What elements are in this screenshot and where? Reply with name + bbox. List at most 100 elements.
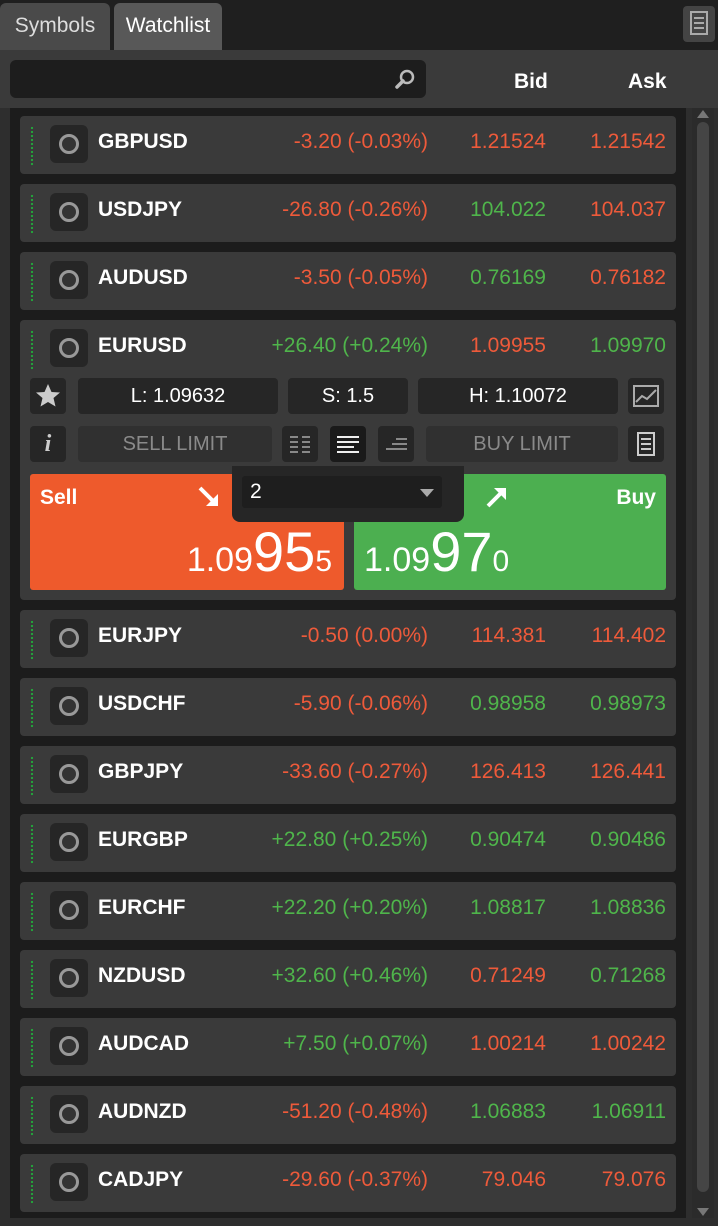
status-ring-icon[interactable] — [50, 1095, 88, 1133]
sell-arrow-icon — [196, 484, 222, 515]
ticket-icon[interactable] — [628, 426, 664, 462]
watchlist-row-gbpusd[interactable]: GBPUSD -3.20 (-0.03%) 1.21524 1.21542 — [20, 116, 676, 174]
watchlist-row-eurusd[interactable]: EURUSD +26.40 (+0.24%) 1.09955 1.09970 — [20, 320, 676, 378]
watchlist: GBPUSD -3.20 (-0.03%) 1.21524 1.21542 USDJPY… — [10, 108, 686, 1218]
watchlist-row-audusd[interactable]: AUDUSD -3.50 (-0.05%) 0.76169 0.76182 — [20, 252, 676, 310]
star-icon[interactable] — [30, 378, 66, 414]
quantity-dropdown[interactable]: 2 — [232, 466, 464, 522]
drag-handle-icon[interactable] — [30, 620, 34, 660]
status-ring-icon[interactable] — [50, 1027, 88, 1065]
drag-handle-icon[interactable] — [30, 262, 34, 302]
status-ring-icon[interactable] — [50, 1163, 88, 1201]
sell-limit-button[interactable]: SELL LIMIT — [78, 426, 272, 462]
search-icon[interactable] — [394, 68, 416, 95]
drag-handle-icon[interactable] — [30, 194, 34, 234]
price-change: -33.60 (-0.27%) — [282, 760, 428, 783]
bid-price[interactable]: 0.90474 — [470, 828, 546, 852]
ask-price[interactable]: 126.441 — [590, 760, 666, 784]
status-ring-icon[interactable] — [50, 193, 88, 231]
status-ring-icon[interactable] — [50, 823, 88, 861]
scroll-up-icon[interactable] — [697, 110, 709, 118]
search-input[interactable] — [10, 60, 426, 98]
ask-price[interactable]: 1.21542 — [590, 130, 666, 154]
symbol-name: AUDNZD — [98, 1100, 187, 1123]
symbol-name: NZDUSD — [98, 964, 186, 987]
bid-price[interactable]: 0.71249 — [470, 964, 546, 988]
ask-price[interactable]: 0.90486 — [590, 828, 666, 852]
ask-price[interactable]: 1.00242 — [590, 1032, 666, 1056]
watchlist-row-eurjpy[interactable]: EURJPY -0.50 (0.00%) 114.381 114.402 — [20, 610, 676, 668]
bid-price[interactable]: 79.046 — [482, 1168, 546, 1192]
bid-price[interactable]: 104.022 — [470, 198, 546, 222]
chart-icon[interactable] — [628, 378, 664, 414]
ask-price[interactable]: 0.98973 — [590, 692, 666, 716]
ask-price[interactable]: 1.08836 — [590, 896, 666, 920]
tab-menu-icon[interactable] — [683, 6, 715, 42]
watchlist-row-gbpjpy[interactable]: GBPJPY -33.60 (-0.27%) 126.413 126.441 — [20, 746, 676, 804]
high-price: H: 1.10072 — [418, 378, 618, 414]
watchlist-row-eurgbp[interactable]: EURGBP +22.80 (+0.25%) 0.90474 0.90486 — [20, 814, 676, 872]
scrollbar[interactable] — [692, 108, 714, 1218]
scrollbar-thumb[interactable] — [697, 122, 709, 1192]
tab-watchlist[interactable]: Watchlist — [114, 3, 222, 50]
drag-handle-icon[interactable] — [30, 1028, 34, 1068]
layout-wide-icon[interactable] — [330, 426, 366, 462]
bid-price[interactable]: 1.09955 — [470, 334, 546, 358]
drag-handle-icon[interactable] — [30, 330, 34, 370]
status-ring-icon[interactable] — [50, 329, 88, 367]
status-ring-icon[interactable] — [50, 261, 88, 299]
ask-price[interactable]: 0.76182 — [590, 266, 666, 290]
status-ring-icon[interactable] — [50, 959, 88, 997]
ask-price[interactable]: 104.037 — [590, 198, 666, 222]
symbol-name: EURUSD — [98, 334, 187, 357]
bid-price[interactable]: 1.21524 — [470, 130, 546, 154]
layout-list-icon[interactable] — [282, 426, 318, 462]
ask-price[interactable]: 1.06911 — [592, 1100, 666, 1124]
scroll-down-icon[interactable] — [697, 1208, 709, 1216]
status-ring-icon[interactable] — [50, 891, 88, 929]
status-ring-icon[interactable] — [50, 125, 88, 163]
drag-handle-icon[interactable] — [30, 126, 34, 166]
ask-price[interactable]: 0.71268 — [590, 964, 666, 988]
tab-symbols[interactable]: Symbols — [0, 3, 110, 50]
drag-handle-icon[interactable] — [30, 960, 34, 1000]
ask-price[interactable]: 1.09970 — [590, 334, 666, 358]
watchlist-row-cadjpy[interactable]: CADJPY -29.60 (-0.37%) 79.046 79.076 — [20, 1154, 676, 1212]
drag-handle-icon[interactable] — [30, 756, 34, 796]
symbol-name: GBPUSD — [98, 130, 188, 153]
bid-price[interactable]: 1.06883 — [470, 1100, 546, 1124]
bid-price[interactable]: 126.413 — [470, 760, 546, 784]
drag-handle-icon[interactable] — [30, 1164, 34, 1204]
status-ring-icon[interactable] — [50, 755, 88, 793]
ring-glyph — [59, 968, 79, 988]
ask-price[interactable]: 114.402 — [592, 624, 666, 648]
ring-glyph — [59, 1172, 79, 1192]
buy-limit-button[interactable]: BUY LIMIT — [426, 426, 618, 462]
drag-handle-icon[interactable] — [30, 1096, 34, 1136]
symbol-name: EURCHF — [98, 896, 186, 919]
ask-price[interactable]: 79.076 — [602, 1168, 666, 1192]
info-icon[interactable]: i — [30, 426, 66, 462]
watchlist-row-usdjpy[interactable]: USDJPY -26.80 (-0.26%) 104.022 104.037 — [20, 184, 676, 242]
bid-price[interactable]: 1.08817 — [470, 896, 546, 920]
watchlist-row-audnzd[interactable]: AUDNZD -51.20 (-0.48%) 1.06883 1.06911 — [20, 1086, 676, 1144]
status-ring-icon[interactable] — [50, 619, 88, 657]
bid-price[interactable]: 1.00214 — [470, 1032, 546, 1056]
drag-handle-icon[interactable] — [30, 892, 34, 932]
watchlist-row-nzdusd[interactable]: NZDUSD +32.60 (+0.46%) 0.71249 0.71268 — [20, 950, 676, 1008]
status-ring-icon[interactable] — [50, 687, 88, 725]
bid-price[interactable]: 0.98958 — [470, 692, 546, 716]
watchlist-row-usdchf[interactable]: USDCHF -5.90 (-0.06%) 0.98958 0.98973 — [20, 678, 676, 736]
drag-handle-icon[interactable] — [30, 688, 34, 728]
watchlist-row-audcad[interactable]: AUDCAD +7.50 (+0.07%) 1.00214 1.00242 — [20, 1018, 676, 1076]
ring-glyph — [59, 628, 79, 648]
buy-price-fraction: 0 — [492, 545, 510, 578]
watchlist-row-eurchf[interactable]: EURCHF +22.20 (+0.20%) 1.08817 1.08836 — [20, 882, 676, 940]
layout-compact-icon[interactable] — [378, 426, 414, 462]
symbol-name: EURJPY — [98, 624, 183, 647]
bid-price[interactable]: 0.76169 — [470, 266, 546, 290]
quantity-value[interactable]: 2 — [242, 476, 442, 508]
bid-price[interactable]: 114.381 — [472, 624, 546, 648]
drag-handle-icon[interactable] — [30, 824, 34, 864]
low-price: L: 1.09632 — [78, 378, 278, 414]
